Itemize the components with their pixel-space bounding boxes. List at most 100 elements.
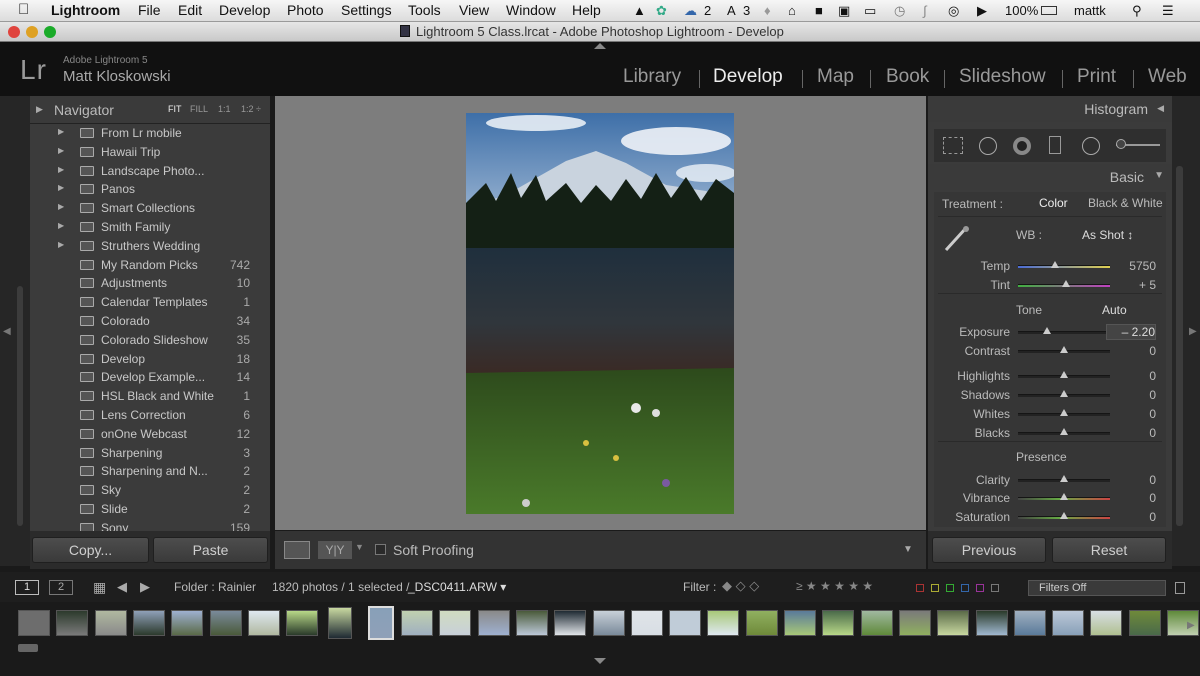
slider-track[interactable] xyxy=(1018,331,1110,334)
zoom-button[interactable] xyxy=(44,26,56,38)
slider-handle[interactable] xyxy=(1050,261,1059,268)
slider-handle[interactable] xyxy=(1060,346,1068,353)
filmstrip-thumbnail[interactable] xyxy=(209,610,242,636)
histogram-header[interactable]: Histogram ◀ xyxy=(928,96,1172,122)
close-button[interactable] xyxy=(8,26,20,38)
slider-handle[interactable] xyxy=(1060,475,1068,482)
bluetooth-icon[interactable]: ∫ xyxy=(923,3,927,18)
menu-view[interactable]: View xyxy=(459,2,489,18)
filmstrip-thumbnail[interactable] xyxy=(171,610,204,636)
radial-filter-icon[interactable] xyxy=(1082,137,1100,155)
volume-icon[interactable]: ▶ xyxy=(977,3,987,19)
slider-value[interactable]: 0 xyxy=(1106,426,1156,440)
module-map[interactable]: Map xyxy=(817,66,854,88)
expand-triangle-icon[interactable]: ▶ xyxy=(58,240,64,249)
paste-button[interactable]: Paste xyxy=(153,537,268,563)
filmstrip-thumbnail[interactable] xyxy=(367,606,394,640)
crop-tool-icon[interactable] xyxy=(943,137,963,154)
filmstrip-thumbnail[interactable] xyxy=(439,610,472,636)
slider-clarity[interactable]: Clarity 0 xyxy=(934,471,1166,489)
menu-tools[interactable]: Tools xyxy=(408,2,441,18)
filmstrip-thumbnail[interactable] xyxy=(1128,610,1161,636)
adobe-icon[interactable]: A xyxy=(727,3,736,18)
slider-handle[interactable] xyxy=(1060,390,1068,397)
collection-item[interactable]: Colorado Slideshow 35 xyxy=(30,331,270,350)
spot-removal-icon[interactable] xyxy=(979,137,997,155)
slider-shadows[interactable]: Shadows 0 xyxy=(934,386,1166,404)
expand-triangle-icon[interactable]: ▶ xyxy=(58,202,64,211)
collection-item[interactable]: onOne Webcast 12 xyxy=(30,425,270,444)
auto-tone-button[interactable]: Auto xyxy=(1102,303,1127,317)
collection-item[interactable]: ▶ From Lr mobile xyxy=(30,126,270,143)
slider-value[interactable]: 0 xyxy=(1106,491,1156,505)
slider-value[interactable]: 0 xyxy=(1106,388,1156,402)
spotlight-icon[interactable]: ⚲ xyxy=(1132,3,1142,19)
collection-item[interactable]: ▶ Landscape Photo... xyxy=(30,162,270,181)
slider-handle[interactable] xyxy=(1060,428,1068,435)
minimize-button[interactable] xyxy=(26,26,38,38)
navigator-expand-icon[interactable]: ▶ xyxy=(36,104,43,115)
collection-item[interactable]: ▶ Smart Collections xyxy=(30,199,270,218)
collection-item[interactable]: Sharpening and N... 2 xyxy=(30,462,270,481)
filmstrip-thumbnail[interactable] xyxy=(937,610,970,636)
left-panel-toggle-icon[interactable]: ◀ xyxy=(3,326,11,337)
collection-item[interactable]: Colorado 34 xyxy=(30,312,270,331)
loupe-view-button[interactable] xyxy=(284,541,310,559)
slider-handle[interactable] xyxy=(1060,493,1068,500)
filmstrip-thumbnail[interactable] xyxy=(94,610,127,636)
collection-item[interactable]: HSL Black and White 1 xyxy=(30,387,270,406)
slider-handle[interactable] xyxy=(1060,512,1068,519)
back-arrow-icon[interactable]: ◀ xyxy=(117,579,127,595)
filmstrip-thumbnail[interactable] xyxy=(477,610,510,636)
navigator-header[interactable]: ▶ Navigator FIT FILL 1:1 1:2 ÷ xyxy=(30,96,270,124)
zoom-fit[interactable]: FIT xyxy=(168,104,182,114)
filmstrip-thumbnail[interactable] xyxy=(132,610,165,636)
slider-value[interactable]: 0 xyxy=(1106,344,1156,358)
slider-value[interactable]: 0 xyxy=(1106,407,1156,421)
selected-file[interactable]: _DSC0411.ARW ▾ xyxy=(408,580,506,594)
collection-item[interactable]: ▶ Hawaii Trip xyxy=(30,143,270,162)
rating-filter-stars[interactable]: ≥ ★ ★ ★ ★ ★ xyxy=(796,579,873,593)
slider-blacks[interactable]: Blacks 0 xyxy=(934,424,1166,442)
basic-collapse-icon[interactable]: ▼ xyxy=(1154,170,1164,181)
collection-item[interactable]: My Random Picks 742 xyxy=(30,256,270,275)
menu-develop[interactable]: Develop xyxy=(219,2,270,18)
grid-view-icon[interactable]: ▦ xyxy=(93,579,106,596)
expand-triangle-icon[interactable]: ▶ xyxy=(58,221,64,230)
menu-help[interactable]: Help xyxy=(572,2,601,18)
module-slideshow[interactable]: Slideshow xyxy=(959,66,1046,88)
battery-icon[interactable] xyxy=(1041,6,1057,15)
before-after-button[interactable]: Y|Y xyxy=(318,541,352,559)
slider-handle[interactable] xyxy=(1042,327,1051,334)
second-window-button[interactable]: 2 xyxy=(49,580,73,595)
wb-eyedropper-icon[interactable] xyxy=(942,224,972,252)
filmstrip-thumbnail[interactable] xyxy=(1013,610,1046,636)
expand-triangle-icon[interactable]: ▶ xyxy=(58,165,64,174)
wifi-icon[interactable]: ◎ xyxy=(948,3,959,19)
slider-highlights[interactable]: Highlights 0 xyxy=(934,367,1166,385)
slider-whites[interactable]: Whites 0 xyxy=(934,405,1166,423)
blue-label-filter[interactable] xyxy=(961,584,969,592)
bottom-panel-toggle-icon[interactable] xyxy=(594,658,606,664)
green-label-filter[interactable] xyxy=(946,584,954,592)
basic-header[interactable]: Basic ▼ xyxy=(928,164,1172,190)
slider-vibrance[interactable]: Vibrance 0 xyxy=(934,489,1166,507)
filmstrip-thumbnail[interactable] xyxy=(745,610,778,636)
zoom-fill[interactable]: FILL xyxy=(190,104,208,114)
module-book[interactable]: Book xyxy=(886,66,929,88)
left-scrollbar[interactable] xyxy=(17,286,23,526)
filmstrip-thumbnail[interactable] xyxy=(401,610,433,636)
module-library[interactable]: Library xyxy=(623,66,681,88)
slider-tint[interactable]: Tint + 5 xyxy=(934,276,1166,294)
treatment-bw[interactable]: Black & White xyxy=(1088,196,1163,210)
slider-handle[interactable] xyxy=(1060,409,1068,416)
menu-window[interactable]: Window xyxy=(506,2,556,18)
graduated-filter-icon[interactable] xyxy=(1049,136,1061,154)
zoom-1-2[interactable]: 1:2 ÷ xyxy=(241,104,261,114)
module-print[interactable]: Print xyxy=(1077,66,1116,88)
menu-file[interactable]: File xyxy=(138,2,161,18)
menu-lightroom[interactable]: Lightroom xyxy=(51,2,120,18)
top-panel-toggle-icon[interactable] xyxy=(594,43,606,49)
home-icon[interactable]: ⌂ xyxy=(788,3,796,18)
cloud-icon[interactable]: ☁ xyxy=(684,3,697,19)
